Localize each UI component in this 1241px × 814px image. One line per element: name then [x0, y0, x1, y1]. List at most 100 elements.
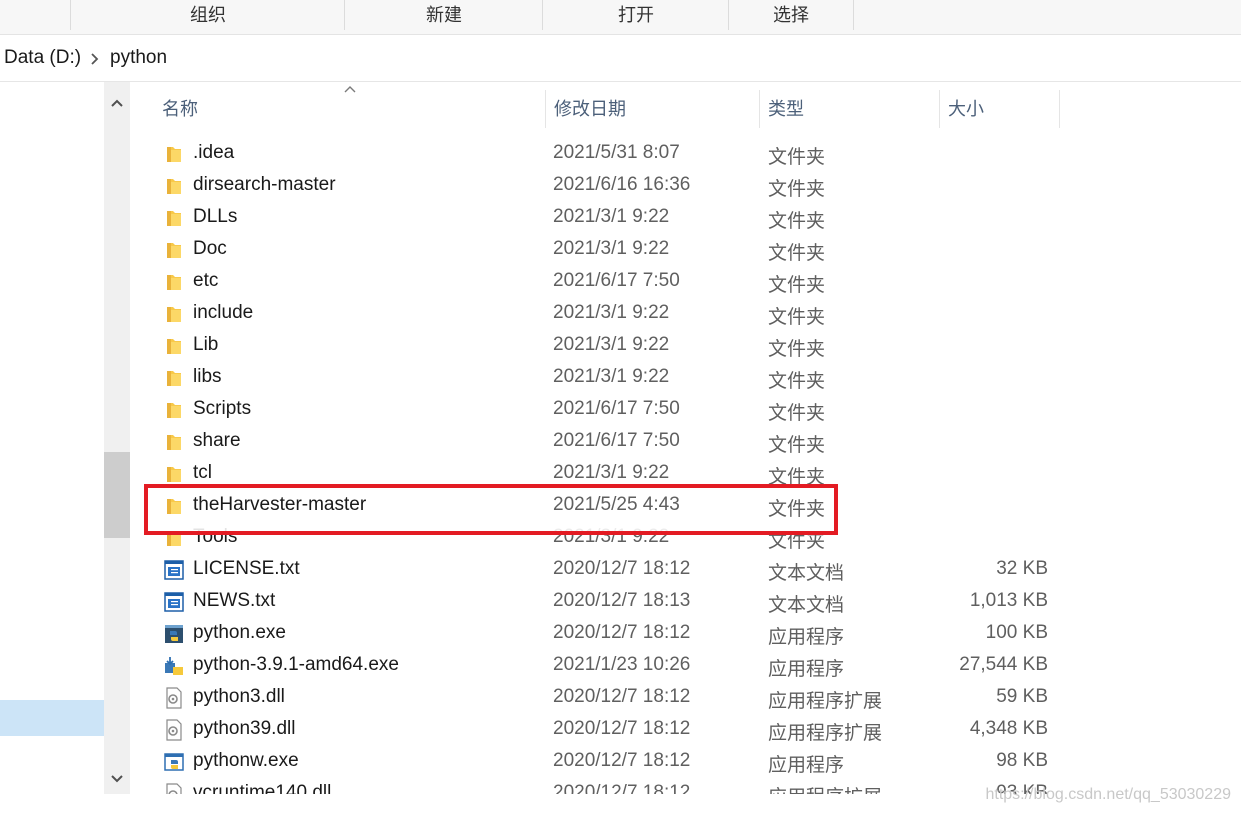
file-date: 2021/6/17 7:50	[553, 270, 680, 291]
file-row[interactable]: python3.dll 2020/12/7 18:12 应用程序扩展 59 KB	[130, 682, 1241, 714]
folder-icon	[167, 467, 181, 482]
installer-icon	[165, 657, 183, 675]
file-name: include	[193, 302, 254, 323]
file-date: 2021/3/1 9:22	[553, 366, 670, 387]
file-name: python39.dll	[193, 718, 296, 739]
column-headers: 名称 修改日期 类型 大小	[130, 86, 1241, 130]
file-row[interactable]: share 2021/6/17 7:50 文件夹	[130, 426, 1241, 458]
file-type: 文件夹	[768, 403, 826, 424]
folder-icon	[167, 403, 181, 418]
ribbon-group-new[interactable]: 新建	[344, 0, 543, 30]
file-name: Lib	[193, 334, 219, 355]
file-name: DLLs	[193, 206, 238, 227]
file-name: vcruntime140.dll	[193, 782, 332, 794]
file-row[interactable]: libs 2021/3/1 9:22 文件夹	[130, 362, 1241, 394]
file-row[interactable]: python.exe 2020/12/7 18:12 应用程序 100 KB	[130, 618, 1241, 650]
file-date: 2021/5/25 4:43	[553, 494, 680, 515]
file-name: Scripts	[193, 398, 252, 419]
file-date: 2021/3/1 9:22	[553, 238, 670, 259]
file-type: 文件夹	[768, 179, 826, 200]
file-row[interactable]: NEWS.txt 2020/12/7 18:13 文本文档 1,013 KB	[130, 586, 1241, 618]
navigation-pane	[0, 82, 104, 794]
file-row[interactable]: include 2021/3/1 9:22 文件夹	[130, 298, 1241, 330]
file-list: .idea 2021/5/31 8:07 文件夹 dirsearch-master 20…	[130, 138, 1241, 794]
file-name: tcl	[193, 462, 212, 483]
file-type: 文件夹	[768, 211, 826, 232]
folder-icon	[167, 211, 181, 226]
vertical-scrollbar[interactable]	[104, 82, 130, 794]
ribbon-group-open[interactable]: 打开	[542, 0, 729, 30]
highlighted-row[interactable]: theHarvester-master 2021/5/25 4:43 文件夹	[130, 490, 830, 522]
ribbon-group-select[interactable]: 选择	[728, 0, 854, 30]
file-row[interactable]: python39.dll 2020/12/7 18:12 应用程序扩展 4,348 K…	[130, 714, 1241, 746]
file-name: python-3.9.1-amd64.exe	[193, 654, 399, 675]
column-header-size[interactable]: 大小	[940, 90, 1060, 128]
folder-icon	[167, 371, 181, 386]
file-type: 文件夹	[768, 307, 826, 328]
chevron-up-icon	[111, 99, 123, 107]
file-date: 2021/3/1 9:22	[553, 462, 670, 483]
file-date: 2021/3/1 9:22	[553, 334, 670, 355]
file-name: theHarvester-master	[193, 494, 367, 515]
chevron-down-icon	[111, 775, 123, 783]
file-date: 2020/12/7 18:12	[553, 686, 691, 707]
file-row[interactable]: DLLs 2021/3/1 9:22 文件夹	[130, 202, 1241, 234]
file-type: 文件夹	[768, 243, 826, 264]
file-row[interactable]: Doc 2021/3/1 9:22 文件夹	[130, 234, 1241, 266]
python-window-icon	[164, 753, 184, 771]
scroll-up-button[interactable]	[104, 88, 130, 118]
file-name: NEWS.txt	[193, 590, 276, 611]
watermark: https://blog.csdn.net/qq_53030229	[985, 786, 1231, 803]
file-row[interactable]: Lib 2021/3/1 9:22 文件夹	[130, 330, 1241, 362]
scroll-down-button[interactable]	[104, 764, 130, 794]
file-row[interactable]: etc 2021/6/17 7:50 文件夹	[130, 266, 1241, 298]
file-row-highlighted[interactable]: theHarvester-master 2021/5/25 4:43 文件夹	[130, 490, 1241, 522]
address-bar[interactable]: Data (D:) python	[0, 37, 1241, 82]
folder-icon	[167, 243, 181, 258]
dll-gear-icon	[166, 687, 182, 709]
text-document-icon	[164, 560, 184, 580]
file-size: 1,013 KB	[969, 590, 1048, 611]
file-name: python.exe	[193, 622, 286, 643]
dll-gear-icon	[166, 783, 182, 794]
column-header-type[interactable]: 类型	[760, 90, 940, 128]
file-type: 文件夹	[768, 435, 826, 456]
file-type: 文件夹	[768, 339, 826, 360]
file-type: 文件夹	[768, 147, 826, 168]
file-type: 文件夹	[768, 371, 826, 392]
file-type: 文本文档	[768, 595, 845, 616]
folder-icon	[167, 499, 181, 514]
file-name: share	[193, 430, 241, 451]
scrollbar-thumb[interactable]	[104, 452, 130, 538]
file-size: 98 KB	[996, 750, 1048, 771]
column-header-name[interactable]: 名称	[154, 90, 546, 128]
file-row[interactable]: LICENSE.txt 2020/12/7 18:12 文本文档 32 KB	[130, 554, 1241, 586]
folder-icon	[167, 147, 181, 162]
breadcrumb-drive[interactable]: Data (D:)	[4, 47, 81, 69]
file-type: 应用程序	[768, 627, 845, 648]
file-row[interactable]: python-3.9.1-amd64.exe 2021/1/23 10:26 应用程…	[130, 650, 1241, 682]
column-header-date[interactable]: 修改日期	[546, 90, 760, 128]
file-date: 2020/12/7 18:12	[553, 558, 691, 579]
file-date: 2020/12/7 18:13	[553, 590, 691, 611]
file-date: 2020/12/7 18:12	[553, 750, 691, 771]
file-type: 应用程序扩展	[768, 782, 882, 794]
nav-selected-item[interactable]	[0, 700, 104, 736]
file-date: 2020/12/7 18:12	[553, 622, 691, 643]
folder-icon	[167, 179, 181, 194]
ribbon-group-organize[interactable]: 组织	[70, 0, 345, 30]
chevron-right-icon[interactable]	[88, 50, 102, 68]
file-row[interactable]: .idea 2021/5/31 8:07 文件夹	[130, 138, 1241, 170]
file-row[interactable]: dirsearch-master 2021/6/16 16:36 文件夹	[130, 170, 1241, 202]
breadcrumb-folder[interactable]: python	[110, 47, 167, 69]
folder-icon	[167, 307, 181, 322]
file-size: 27,544 KB	[959, 654, 1048, 675]
file-name: dirsearch-master	[193, 174, 336, 195]
folder-icon	[167, 275, 181, 290]
file-row[interactable]: Scripts 2021/6/17 7:50 文件夹	[130, 394, 1241, 426]
file-date: 2020/12/7 18:12	[553, 782, 691, 794]
file-row[interactable]: pythonw.exe 2020/12/7 18:12 应用程序 98 KB	[130, 746, 1241, 778]
file-size: 4,348 KB	[969, 718, 1048, 739]
file-date: 2020/12/7 18:12	[553, 718, 691, 739]
file-date: 2021/6/17 7:50	[553, 398, 680, 419]
